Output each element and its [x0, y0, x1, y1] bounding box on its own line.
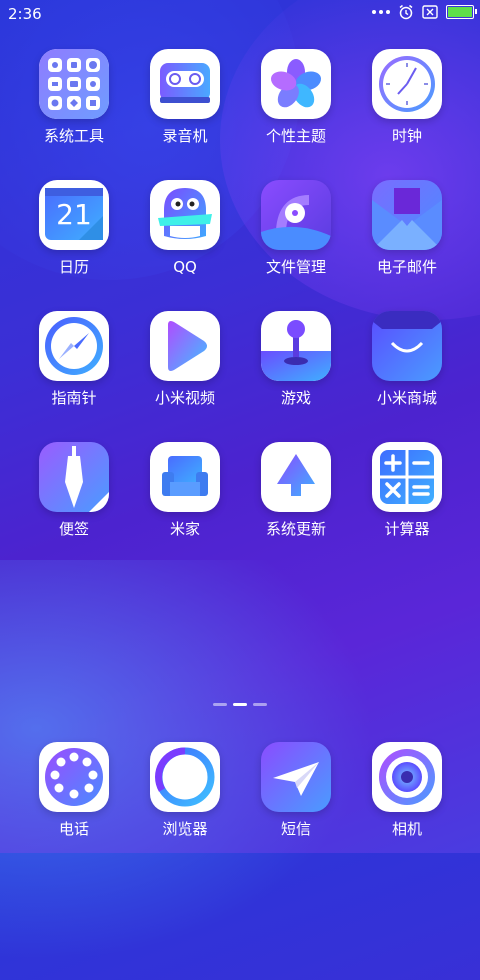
app-label: QQ: [173, 258, 197, 276]
app-label: 小米视频: [154, 389, 215, 407]
compass-icon: [39, 311, 109, 381]
system-update-icon: [261, 442, 331, 512]
mi-video-play-icon: [150, 311, 220, 381]
file-manager-icon: [261, 180, 331, 250]
system-tools-folder-icon: [39, 49, 109, 119]
mi-home-sofa-icon: [150, 442, 220, 512]
calendar-icon: 21: [39, 180, 109, 250]
app-email[interactable]: 电子邮件: [352, 180, 462, 276]
app-label: 计算器: [384, 520, 430, 538]
app-mi-store[interactable]: 小米商城: [352, 311, 462, 407]
dock-browser[interactable]: 浏览器: [130, 742, 240, 838]
sim-off-icon: [422, 5, 438, 19]
battery-icon: [446, 5, 477, 19]
notes-pen-icon: [39, 442, 109, 512]
app-label: 系统更新: [265, 520, 326, 538]
clock-icon: [372, 49, 442, 119]
app-label: 日历: [58, 258, 89, 276]
page-indicator[interactable]: [0, 703, 480, 706]
alarm-icon: [399, 4, 413, 20]
dock-messages[interactable]: 短信: [241, 742, 351, 838]
messages-paper-plane-icon: [261, 742, 331, 812]
camera-lens-icon: [372, 742, 442, 812]
app-compass[interactable]: 指南针: [19, 311, 129, 407]
app-mi-home[interactable]: 米家: [130, 442, 240, 538]
calculator-icon: [372, 442, 442, 512]
page-dot: [253, 703, 267, 706]
app-file-manager[interactable]: 文件管理: [241, 180, 351, 276]
app-recorder[interactable]: 录音机: [130, 49, 240, 145]
more-notifications-icon: [372, 10, 390, 14]
app-label: 短信: [280, 820, 311, 838]
app-themes[interactable]: 个性主题: [241, 49, 351, 145]
status-time: 2:36: [8, 5, 42, 23]
dock-camera[interactable]: 相机: [352, 742, 462, 838]
browser-icon: [150, 742, 220, 812]
calendar-day-number: 21: [56, 198, 92, 231]
qq-penguin-icon: [150, 180, 220, 250]
status-icons: [372, 4, 477, 20]
dock-phone[interactable]: 电话: [19, 742, 129, 838]
themes-flower-icon: [261, 49, 331, 119]
app-label: 米家: [169, 520, 200, 538]
games-joystick-icon: [261, 311, 331, 381]
mi-store-bag-icon: [372, 311, 442, 381]
app-label: 电话: [58, 820, 89, 838]
status-bar: 2:36: [0, 0, 480, 26]
app-label: 录音机: [162, 127, 208, 145]
app-games[interactable]: 游戏: [241, 311, 351, 407]
app-label: 便签: [58, 520, 89, 538]
email-envelope-icon: [372, 180, 442, 250]
recorder-icon: [150, 49, 220, 119]
app-label: 指南针: [51, 389, 97, 407]
app-clock[interactable]: 时钟: [352, 49, 462, 145]
app-label: 时钟: [391, 127, 422, 145]
app-label: 浏览器: [162, 820, 208, 838]
app-label: 文件管理: [265, 258, 326, 276]
page-dot-active: [233, 703, 247, 706]
app-label: 小米商城: [376, 389, 437, 407]
app-qq[interactable]: QQ: [130, 180, 240, 276]
app-mi-video[interactable]: 小米视频: [130, 311, 240, 407]
app-label: 电子邮件: [376, 258, 437, 276]
app-label: 游戏: [280, 389, 311, 407]
page-dot: [213, 703, 227, 706]
app-label: 个性主题: [265, 127, 326, 145]
phone-dial-icon: [39, 742, 109, 812]
app-label: 系统工具: [43, 127, 104, 145]
app-calculator[interactable]: 计算器: [352, 442, 462, 538]
app-calendar[interactable]: 21 日历: [19, 180, 129, 276]
app-notes[interactable]: 便签: [19, 442, 129, 538]
app-system-update[interactable]: 系统更新: [241, 442, 351, 538]
app-system-tools[interactable]: 系统工具: [19, 49, 129, 145]
app-label: 相机: [391, 820, 422, 838]
